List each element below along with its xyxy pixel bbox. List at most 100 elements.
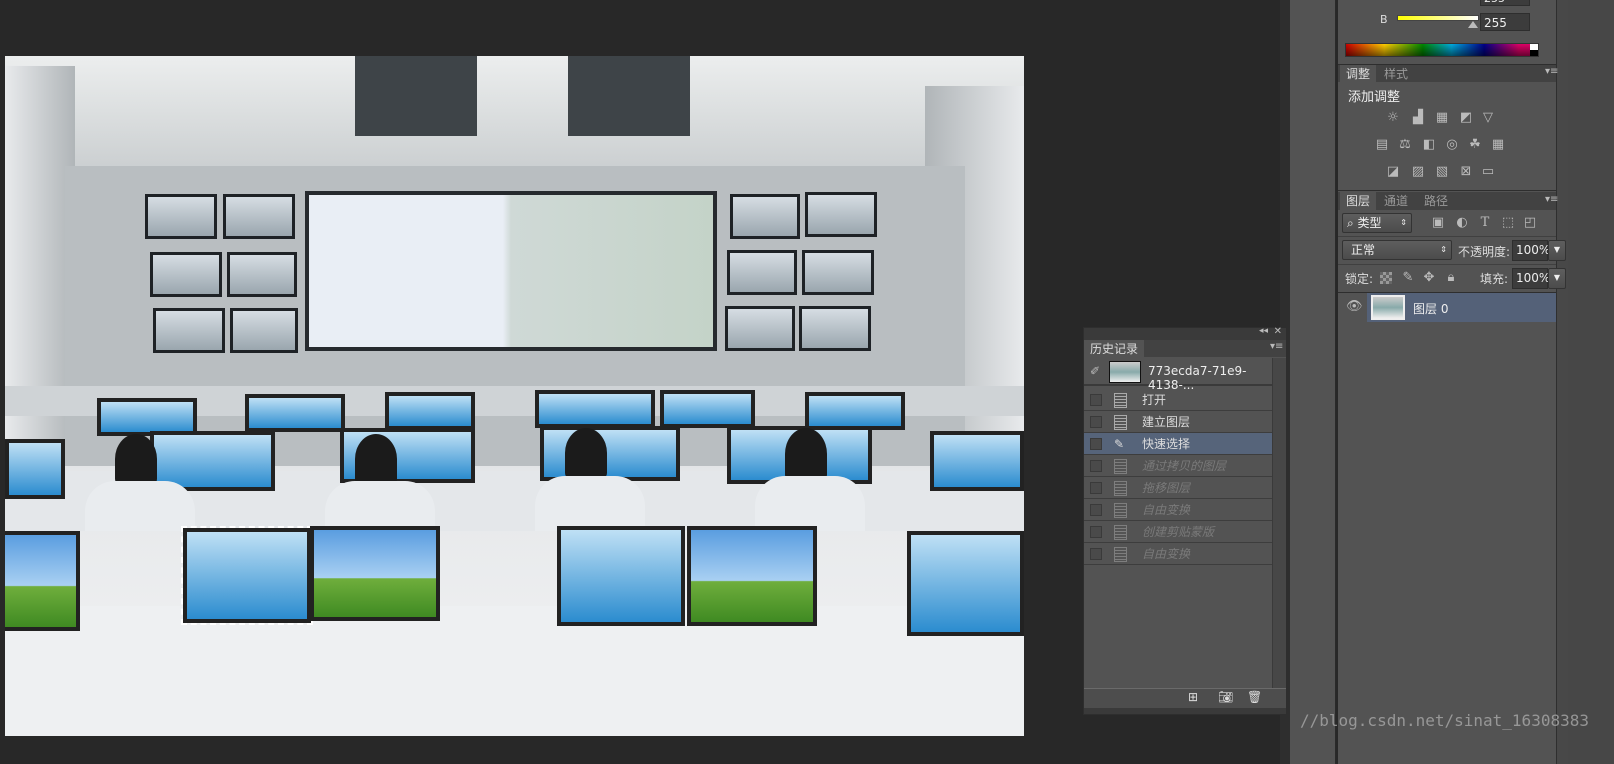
history-item-label: 自由变换 (1142, 503, 1191, 517)
b-value-field[interactable]: 255 (1480, 13, 1530, 31)
color-balance-icon[interactable]: ⚖ (1397, 137, 1413, 153)
trash-icon[interactable]: 🗑︎ (1247, 690, 1262, 704)
layer-filter-dropdown[interactable]: ⌕ 类型 ⇕ (1342, 213, 1412, 233)
updown-icon: ⇕ (1400, 218, 1407, 227)
filter-type-icon[interactable]: T (1477, 215, 1493, 231)
history-item[interactable]: 建立图层 (1084, 411, 1272, 433)
brightness-icon[interactable]: ☼ (1385, 110, 1401, 126)
history-brush-checkbox[interactable] (1090, 482, 1102, 494)
blend-mode-value: 正常 (1351, 243, 1376, 257)
watermark: //blog.csdn.net/sinat_16308383 (1300, 711, 1589, 730)
threshold-icon[interactable]: ▧ (1434, 164, 1450, 180)
history-item[interactable]: 通过拷贝的图层 (1084, 455, 1272, 477)
document-icon (1114, 503, 1127, 518)
document-icon (1114, 547, 1127, 562)
color-lookup-icon[interactable]: ▦ (1490, 137, 1506, 153)
exposure-icon[interactable]: ◩ (1458, 110, 1474, 126)
camera-snapshot-icon[interactable]: 📷︎ (1218, 690, 1233, 704)
history-resize-grip[interactable] (1084, 708, 1286, 714)
invert-icon[interactable]: ◪ (1385, 164, 1401, 180)
panel-menu-icon[interactable]: ▾≡ (1270, 341, 1283, 352)
layer-row[interactable]: 图层 0 (1367, 293, 1556, 322)
snapshot-thumbnail (1109, 361, 1141, 383)
levels-icon[interactable]: ▟ (1410, 110, 1426, 126)
document-icon (1114, 393, 1127, 408)
filter-pixel-icon[interactable]: ▣ (1430, 215, 1446, 231)
history-brush-checkbox[interactable] (1090, 548, 1102, 560)
photo-projector (568, 56, 690, 136)
history-brush-checkbox[interactable] (1090, 394, 1102, 406)
updown-icon: ⇕ (1440, 245, 1447, 254)
photo-filter-icon[interactable]: ◎ (1444, 137, 1460, 153)
lock-image-brush-icon[interactable]: ✎ (1400, 270, 1416, 286)
curves-icon[interactable]: ▦ (1434, 110, 1450, 126)
blend-mode-dropdown[interactable]: 正常 ⇕ (1342, 240, 1452, 260)
tab-styles[interactable]: 样式 (1378, 65, 1415, 82)
b-slider[interactable] (1397, 15, 1479, 21)
history-brush-checkbox[interactable] (1090, 438, 1102, 450)
color-spectrum[interactable] (1345, 43, 1539, 57)
fill-field[interactable]: 100% (1512, 268, 1550, 289)
history-brush-checkbox[interactable] (1090, 504, 1102, 516)
history-item[interactable]: ✎ 快速选择 (1084, 433, 1272, 455)
collapse-icon[interactable]: ◂◂ (1259, 326, 1268, 336)
black-white-icon[interactable]: ◧ (1421, 137, 1437, 153)
history-brush-checkbox[interactable] (1090, 460, 1102, 472)
b-slider-thumb[interactable] (1468, 21, 1478, 28)
close-icon[interactable]: ✕ (1274, 326, 1282, 337)
filter-label: 类型 (1357, 216, 1382, 230)
filter-smart-object-icon[interactable]: ◰ (1522, 215, 1538, 231)
history-item-label: 拖移图层 (1142, 481, 1191, 495)
b-label: B (1380, 13, 1388, 26)
posterize-icon[interactable]: ▨ (1410, 164, 1426, 180)
fill-dropdown-button[interactable]: ▼ (1548, 268, 1566, 289)
history-item-label: 打开 (1142, 393, 1167, 407)
gradient-map-icon[interactable]: ▭ (1480, 164, 1496, 180)
opacity-dropdown-button[interactable]: ▼ (1548, 240, 1566, 261)
vibrance-icon[interactable]: ▽ (1480, 110, 1496, 126)
panel-scrollbar[interactable] (1556, 0, 1568, 764)
filter-shape-icon[interactable]: ⬚ (1500, 215, 1516, 231)
history-item[interactable]: 自由变换 (1084, 499, 1272, 521)
lock-position-move-icon[interactable]: ✥ (1421, 270, 1437, 286)
channel-mixer-icon[interactable]: ☘ (1467, 137, 1483, 153)
history-item[interactable]: 自由变换 (1084, 543, 1272, 565)
history-item[interactable]: 拖移图层 (1084, 477, 1272, 499)
history-brush-source-icon[interactable]: ✐ (1090, 364, 1100, 378)
opacity-field[interactable]: 100% (1512, 240, 1550, 261)
history-brush-checkbox[interactable] (1090, 416, 1102, 428)
photo-desk (5, 606, 1024, 736)
photo-projector (355, 56, 477, 136)
history-brush-checkbox[interactable] (1090, 526, 1102, 538)
quick-selection-marquee (181, 526, 313, 625)
photo-big-screen (305, 191, 717, 351)
eye-icon: 👁︎ (1346, 299, 1363, 314)
history-item-label: 创建剪贴蒙版 (1142, 525, 1215, 539)
new-document-from-state-icon[interactable]: ⊞ (1188, 690, 1198, 704)
tab-history[interactable]: 历史记录 (1084, 340, 1145, 357)
filter-adjustment-icon[interactable]: ◐ (1454, 215, 1470, 231)
history-panel-titlebar[interactable]: ◂◂ ✕ (1084, 326, 1286, 340)
document-canvas[interactable] (5, 56, 1024, 736)
panel-menu-icon[interactable]: ▾≡ (1545, 194, 1558, 205)
layer-name: 图层 0 (1413, 302, 1449, 316)
tab-layers[interactable]: 图层 (1340, 192, 1377, 210)
hue-saturation-icon[interactable]: ▤ (1374, 137, 1390, 153)
history-item-label: 快速选择 (1142, 437, 1191, 451)
lock-transparent-icon[interactable] (1380, 272, 1392, 284)
document-icon (1114, 481, 1127, 496)
lock-all-icon[interactable]: 🔒︎ (1443, 270, 1459, 286)
layer-visibility-toggle[interactable]: 👁︎ (1338, 293, 1366, 322)
tab-adjustments[interactable]: 调整 (1340, 65, 1377, 82)
g-value-field[interactable]: 255 (1480, 0, 1530, 6)
history-scrollbar[interactable] (1272, 358, 1286, 688)
tab-paths[interactable]: 路径 (1418, 192, 1455, 210)
history-snapshot[interactable]: ✐ 773ecda7-71e9-4138-... (1084, 358, 1272, 392)
layer-thumbnail (1371, 295, 1405, 320)
tab-channels[interactable]: 通道 (1378, 192, 1415, 210)
history-item[interactable]: 打开 (1084, 389, 1272, 411)
panel-menu-icon[interactable]: ▾≡ (1545, 66, 1558, 77)
photo-ceiling (5, 56, 1024, 176)
selective-color-icon[interactable]: ⊠ (1458, 164, 1474, 180)
history-item[interactable]: 创建剪贴蒙版 (1084, 521, 1272, 543)
